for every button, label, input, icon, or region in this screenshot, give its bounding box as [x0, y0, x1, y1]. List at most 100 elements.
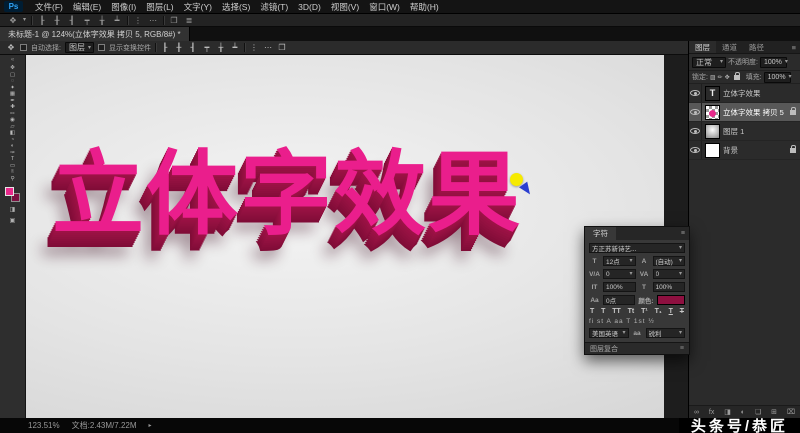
text-color-swatch[interactable]: [656, 295, 686, 305]
baseline-shift-field[interactable]: 0点: [603, 295, 636, 305]
small-caps-button[interactable]: Tt: [628, 308, 635, 315]
quick-mask-icon[interactable]: ◨: [10, 205, 16, 213]
collapse-toolbar-icon[interactable]: «: [11, 57, 14, 65]
visibility-toggle[interactable]: [689, 141, 702, 159]
subscript-button[interactable]: T₁: [655, 308, 662, 315]
docked-panel-bar[interactable]: 图层复合 ≡: [585, 342, 689, 354]
blend-mode-select[interactable]: 正常 ▾: [692, 56, 726, 68]
visibility-toggle[interactable]: [689, 122, 702, 140]
faux-bold-button[interactable]: T: [590, 308, 594, 315]
align-bottom-icon[interactable]: ┷: [112, 16, 122, 25]
underline-button[interactable]: T: [669, 308, 673, 315]
align-left-icon[interactable]: ┠: [37, 16, 47, 25]
tab-character[interactable]: 字符: [585, 227, 616, 240]
auto-align-icon[interactable]: ❐: [169, 16, 179, 25]
align-center-horizontal-icon[interactable]: ╂: [52, 16, 62, 25]
tab-channels[interactable]: 通道: [716, 41, 743, 53]
zoom-level[interactable]: 123.51%: [28, 421, 60, 430]
lock-pixels-icon[interactable]: ✏: [718, 74, 723, 81]
align-left-icon[interactable]: ┠: [160, 43, 170, 52]
distribute-horizontal-icon[interactable]: ⋯: [148, 16, 158, 25]
move-tool-icon: ✥: [7, 43, 15, 52]
faux-italic-button[interactable]: T: [601, 308, 605, 315]
workspace-switcher-icon[interactable]: ≣: [184, 16, 194, 25]
font-family-select[interactable]: 方正苏新诗艺... ▾: [589, 243, 685, 253]
layer-row-text[interactable]: T 立体字效果: [689, 84, 800, 103]
align-top-icon[interactable]: ┯: [202, 43, 212, 52]
layer-thumbnail[interactable]: T: [705, 85, 720, 101]
menu-item-filter[interactable]: 滤镜(T): [255, 0, 293, 13]
horizontal-scale-field[interactable]: 100%: [652, 282, 685, 292]
panel-menu-icon[interactable]: ≡: [788, 41, 800, 53]
opentype-buttons[interactable]: fi st A aa T 1st ½: [589, 318, 655, 325]
menu-item-window[interactable]: 窗口(W): [364, 0, 405, 13]
auto-select-checkbox[interactable]: [20, 44, 27, 51]
auto-select-target-select[interactable]: 图层 ▾: [64, 42, 94, 53]
menu-item-3d[interactable]: 3D(D): [293, 0, 326, 13]
distribute-vertical-icon[interactable]: ⋮: [249, 43, 259, 52]
distribute-horizontal-icon[interactable]: ⋯: [263, 43, 273, 52]
align-middle-vertical-icon[interactable]: ╁: [216, 43, 226, 52]
horizontal-scale-value: 100%: [655, 283, 673, 291]
tab-layer-comps[interactable]: 图层复合: [590, 344, 618, 354]
visibility-toggle[interactable]: [689, 84, 702, 102]
antialias-select[interactable]: 锐利 ▾: [645, 328, 685, 338]
auto-align-layers-icon[interactable]: ❐: [277, 43, 287, 52]
document-canvas[interactable]: 立体字效果: [26, 55, 664, 418]
layer-name[interactable]: 立体字效果 拷贝 5: [723, 107, 788, 118]
lock-position-icon[interactable]: ✥: [725, 74, 730, 81]
kerning-select[interactable]: 0 ▾: [603, 269, 636, 279]
menu-item-edit[interactable]: 编辑(E): [68, 0, 106, 13]
layer-thumbnail[interactable]: [705, 104, 720, 120]
superscript-button[interactable]: T¹: [641, 308, 648, 315]
tool-preset-icon[interactable]: ✥: [8, 16, 18, 25]
tab-layers[interactable]: 图层: [689, 41, 716, 53]
align-right-icon[interactable]: ┨: [188, 43, 198, 52]
menu-item-image[interactable]: 图像(I): [106, 0, 141, 13]
document-tab[interactable]: 未标题-1 @ 124%(立体字效果 拷贝 5, RGB/8#) *: [0, 27, 190, 41]
language-select[interactable]: 美国英语 ▾: [589, 328, 629, 338]
leading-select[interactable]: (自动) ▾: [652, 256, 685, 266]
eye-icon: [690, 147, 700, 153]
align-right-icon[interactable]: ┨: [67, 16, 77, 25]
layer-thumbnail[interactable]: [705, 142, 720, 158]
lock-all-icon[interactable]: [733, 71, 740, 80]
screen-mode-icon[interactable]: ▣: [10, 216, 16, 224]
panel-menu-icon[interactable]: ≡: [677, 227, 689, 240]
fill-select[interactable]: 100% ▾: [763, 71, 792, 83]
menu-item-type[interactable]: 文字(Y): [179, 0, 217, 13]
font-size-select[interactable]: 12点 ▾: [603, 256, 636, 266]
align-middle-vertical-icon[interactable]: ╁: [97, 16, 107, 25]
tab-paths[interactable]: 路径: [743, 41, 770, 53]
layer-row-layer1[interactable]: 图层 1: [689, 122, 800, 141]
layer-name[interactable]: 背景: [723, 145, 788, 156]
menu-item-layer[interactable]: 图层(L): [141, 0, 178, 13]
foreground-color-swatch[interactable]: [5, 187, 14, 196]
layer-name[interactable]: 立体字效果: [723, 88, 800, 99]
align-bottom-icon[interactable]: ┷: [230, 43, 240, 52]
show-transform-checkbox[interactable]: [97, 44, 105, 51]
strikethrough-button[interactable]: T: [680, 308, 684, 315]
status-popup-arrow-icon[interactable]: ▸: [149, 423, 152, 429]
menu-item-select[interactable]: 选择(S): [217, 0, 255, 13]
menu-item-file[interactable]: 文件(F): [30, 0, 68, 13]
menu-item-help[interactable]: 帮助(H): [405, 0, 444, 13]
visibility-toggle[interactable]: [689, 103, 702, 121]
delete-layer-icon[interactable]: ⌧: [787, 408, 795, 416]
all-caps-button[interactable]: TT: [612, 308, 621, 315]
chevron-down-icon[interactable]: ▾: [23, 17, 26, 23]
lock-transparency-icon[interactable]: ▨: [710, 74, 716, 81]
vertical-scale-field[interactable]: 100%: [603, 282, 636, 292]
layer-row-copy5-selected[interactable]: 立体字效果 拷贝 5: [689, 103, 800, 122]
layer-row-background[interactable]: 背景: [689, 141, 800, 160]
zoom-tool-icon[interactable]: ⚲: [0, 176, 25, 183]
align-center-horizontal-icon[interactable]: ╂: [174, 43, 184, 52]
opacity-select[interactable]: 100% ▾: [759, 56, 788, 68]
align-top-icon[interactable]: ┯: [82, 16, 92, 25]
tracking-select[interactable]: 0 ▾: [652, 269, 685, 279]
menu-item-view[interactable]: 视图(V): [326, 0, 364, 13]
distribute-vertical-icon[interactable]: ⋮: [133, 16, 143, 25]
layer-thumbnail[interactable]: [705, 123, 720, 139]
canvas-3d-text[interactable]: 立体字效果: [52, 149, 522, 241]
layer-name[interactable]: 图层 1: [723, 126, 800, 137]
